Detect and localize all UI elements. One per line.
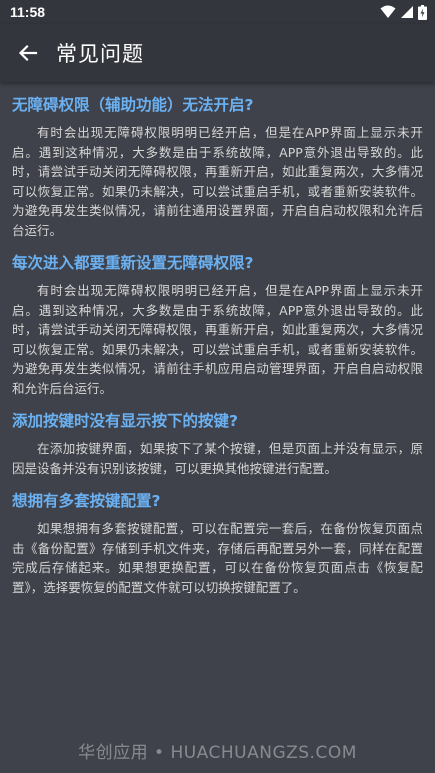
arrow-back-icon: [18, 44, 38, 62]
faq-question: 每次进入都要重新设置无障碍权限?: [12, 254, 254, 272]
status-icons: [380, 4, 427, 20]
faq-item: 想拥有多套按键配置? 如果想拥有多套按键配置，可以在配置完一套后，在备份恢复页面…: [0, 478, 435, 597]
battery-icon: [418, 4, 427, 20]
faq-answer: 有时会出现无障碍权限明明已经开启，但是在APP界面上显示未开启。遇到这种情况，大…: [12, 283, 423, 396]
wifi-icon: [380, 5, 396, 18]
faq-question: 无障碍权限（辅助功能）无法开启?: [12, 96, 254, 114]
faq-answer: 在添加按键界面，如果按下了某个按键，但是页面上并没有显示，原因是设备并没有识别该…: [12, 441, 423, 476]
faq-item: 添加按键时没有显示按下的按键? 在添加按键界面，如果按下了某个按键，但是页面上并…: [0, 398, 435, 478]
faq-question: 添加按键时没有显示按下的按键?: [12, 412, 238, 430]
faq-question: 想拥有多套按键配置?: [12, 492, 161, 510]
faq-answer: 如果想拥有多套按键配置，可以在配置完一套后，在备份恢复页面点击《备份配置》存储到…: [12, 521, 423, 595]
faq-item: 每次进入都要重新设置无障碍权限? 有时会出现无障碍权限明明已经开启，但是在APP…: [0, 240, 435, 398]
faq-item: 无障碍权限（辅助功能）无法开启? 有时会出现无障碍权限明明已经开启，但是在APP…: [0, 82, 435, 240]
back-button[interactable]: [8, 33, 48, 73]
faq-list[interactable]: 无障碍权限（辅助功能）无法开启? 有时会出现无障碍权限明明已经开启，但是在APP…: [0, 82, 435, 732]
watermark: 华创应用 • HUACHUANGZS.COM: [78, 743, 357, 763]
signal-icon: [401, 6, 413, 18]
status-time: 11:58: [10, 4, 46, 20]
page-title: 常见问题: [56, 42, 144, 66]
app-toolbar: 常见问题: [0, 24, 435, 82]
status-bar: 11:58: [0, 0, 435, 24]
faq-answer: 有时会出现无障碍权限明明已经开启，但是在APP界面上显示未开启。遇到这种情况，大…: [12, 125, 423, 238]
